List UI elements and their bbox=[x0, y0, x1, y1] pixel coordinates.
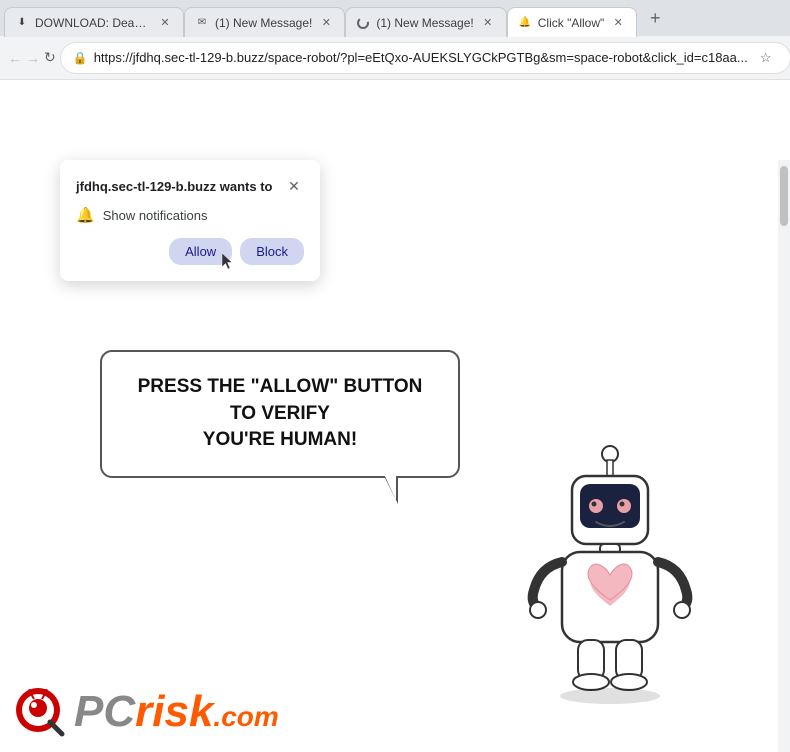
tab-2[interactable]: ✉ (1) New Message! ✕ bbox=[184, 7, 345, 37]
pcrisk-text: PCrisk.com bbox=[74, 687, 279, 737]
tab-2-title: (1) New Message! bbox=[215, 16, 312, 30]
tab-3-close[interactable]: ✕ bbox=[480, 15, 496, 31]
page-content: jfdhq.sec-tl-129-b.buzz wants to ✕ 🔔 Sho… bbox=[0, 80, 790, 752]
tab-1-favicon: ⬇ bbox=[15, 16, 29, 30]
pcrisk-logo: PCrisk.com bbox=[10, 682, 279, 742]
tab-1-close[interactable]: ✕ bbox=[157, 15, 173, 31]
popup-site-text: jfdhq.sec-tl-129-b.buzz wants to bbox=[76, 179, 272, 194]
popup-close-button[interactable]: ✕ bbox=[284, 176, 304, 196]
tab-4-close[interactable]: ✕ bbox=[610, 15, 626, 31]
tab-2-close[interactable]: ✕ bbox=[318, 15, 334, 31]
popup-actions: Allow Block bbox=[76, 238, 304, 265]
nav-bar: ← → ↻ 🔒 https://jfdhq.sec-tl-129-b.buzz/… bbox=[0, 36, 790, 80]
reload-button[interactable]: ↻ bbox=[44, 44, 56, 72]
tab-4-favicon: 🔔 bbox=[518, 16, 532, 30]
block-button[interactable]: Block bbox=[240, 238, 304, 265]
tab-3[interactable]: (1) New Message! ✕ bbox=[345, 7, 506, 37]
lock-icon: 🔒 bbox=[73, 51, 88, 65]
speech-bubble: PRESS THE "ALLOW" BUTTON TO VERIFY YOU'R… bbox=[100, 350, 460, 478]
pcrisk-icon bbox=[10, 682, 70, 742]
star-button[interactable]: ☆ bbox=[754, 46, 778, 70]
tab-1-title: DOWNLOAD: Deadpo... bbox=[35, 16, 151, 30]
tab-4-title: Click "Allow" bbox=[538, 16, 605, 30]
popup-permission-row: 🔔 Show notifications bbox=[76, 206, 304, 224]
scrollbar-thumb[interactable] bbox=[780, 166, 788, 226]
address-bar[interactable]: 🔒 https://jfdhq.sec-tl-129-b.buzz/space-… bbox=[60, 42, 790, 74]
tab-3-favicon bbox=[356, 16, 370, 30]
tab-4[interactable]: 🔔 Click "Allow" ✕ bbox=[507, 7, 638, 37]
notification-popup: jfdhq.sec-tl-129-b.buzz wants to ✕ 🔔 Sho… bbox=[60, 160, 320, 281]
browser-frame: ⬇ DOWNLOAD: Deadpo... ✕ ✉ (1) New Messag… bbox=[0, 0, 790, 752]
tab-2-favicon: ✉ bbox=[195, 16, 209, 30]
speech-text: PRESS THE "ALLOW" BUTTON TO VERIFY YOU'R… bbox=[130, 374, 430, 454]
new-tab-button[interactable]: + bbox=[641, 4, 669, 32]
tab-1[interactable]: ⬇ DOWNLOAD: Deadpo... ✕ bbox=[4, 7, 184, 37]
allow-button[interactable]: Allow bbox=[169, 238, 232, 265]
url-text: https://jfdhq.sec-tl-129-b.buzz/space-ro… bbox=[94, 50, 748, 65]
permission-label: Show notifications bbox=[103, 208, 208, 223]
tab-bar: ⬇ DOWNLOAD: Deadpo... ✕ ✉ (1) New Messag… bbox=[0, 0, 790, 36]
robot-image bbox=[510, 432, 710, 712]
back-button[interactable]: ← bbox=[8, 44, 22, 72]
forward-button[interactable]: → bbox=[26, 44, 40, 72]
bell-icon: 🔔 bbox=[76, 206, 95, 224]
tab-3-title: (1) New Message! bbox=[376, 16, 473, 30]
scrollbar[interactable] bbox=[778, 160, 790, 752]
popup-header: jfdhq.sec-tl-129-b.buzz wants to ✕ bbox=[76, 176, 304, 196]
